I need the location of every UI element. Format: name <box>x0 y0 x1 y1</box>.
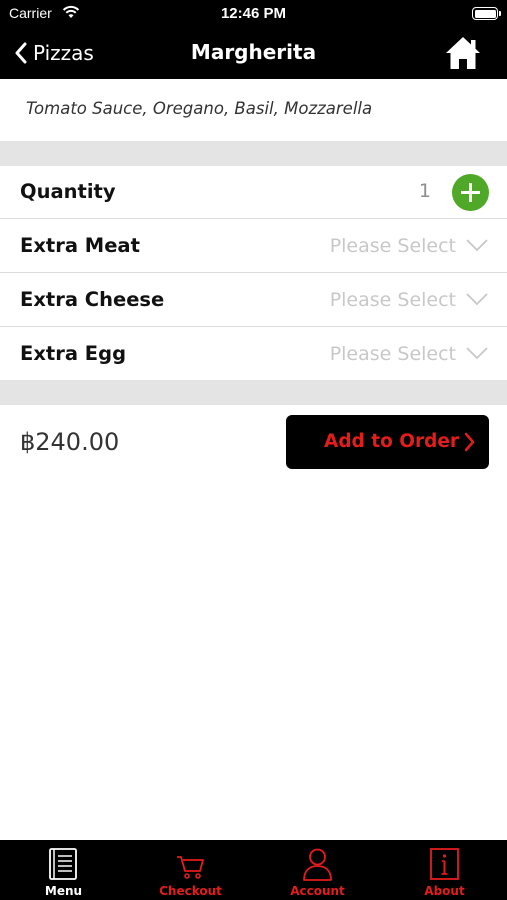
tab-menu-label: Menu <box>44 884 83 898</box>
quantity-row: Quantity 1 <box>0 166 507 219</box>
battery-icon <box>472 7 501 20</box>
price-total: ฿240.00 <box>20 428 120 456</box>
extra-cheese-label: Extra Cheese <box>20 288 165 311</box>
person-icon <box>303 848 332 881</box>
home-button[interactable] <box>444 35 482 71</box>
extra-egg-label: Extra Egg <box>20 342 127 365</box>
tab-checkout-label: Checkout <box>159 884 222 898</box>
tab-menu[interactable]: Menu <box>0 840 127 900</box>
status-time: 12:46 PM <box>220 5 287 22</box>
pizza-description: Tomato Sauce, Oregano, Basil, Mozzarella <box>0 79 507 141</box>
navigation-bar: Pizzas Margherita <box>0 28 507 79</box>
add-to-order-button[interactable]: Add to Order <box>286 415 489 469</box>
tab-checkout[interactable]: Checkout <box>127 840 254 900</box>
section-divider <box>0 141 507 166</box>
chevron-down-icon <box>466 293 488 306</box>
info-icon <box>430 848 459 880</box>
extra-cheese-select[interactable]: Extra Cheese Please Select <box>0 274 507 327</box>
tab-about-label: About <box>424 884 465 898</box>
increase-quantity-button[interactable] <box>452 174 489 211</box>
extra-egg-placeholder: Please Select <box>329 343 456 365</box>
quantity-label: Quantity <box>20 180 116 203</box>
chevron-right-icon <box>464 432 475 452</box>
menu-book-icon <box>49 848 77 880</box>
extra-cheese-placeholder: Please Select <box>329 289 456 311</box>
tab-account[interactable]: Account <box>254 840 381 900</box>
tab-account-label: Account <box>290 884 345 898</box>
add-to-order-label: Add to Order <box>324 431 460 452</box>
tab-about[interactable]: About <box>381 840 507 900</box>
quantity-value: 1 <box>418 180 431 202</box>
extra-egg-select[interactable]: Extra Egg Please Select <box>0 328 507 381</box>
extra-meat-select[interactable]: Extra Meat Please Select <box>0 220 507 273</box>
extra-meat-label: Extra Meat <box>20 234 140 257</box>
section-divider <box>0 380 507 405</box>
chevron-down-icon <box>466 347 488 360</box>
chevron-down-icon <box>466 239 488 252</box>
tab-bar: Menu Checkout Account About <box>0 840 507 900</box>
home-icon <box>446 37 480 69</box>
extra-meat-placeholder: Please Select <box>329 235 456 257</box>
description-text: Tomato Sauce, Oregano, Basil, Mozzarella <box>26 99 373 118</box>
page-title: Margherita <box>190 40 317 64</box>
status-bar: Carrier 12:46 PM <box>0 0 507 28</box>
cart-icon <box>177 856 204 879</box>
